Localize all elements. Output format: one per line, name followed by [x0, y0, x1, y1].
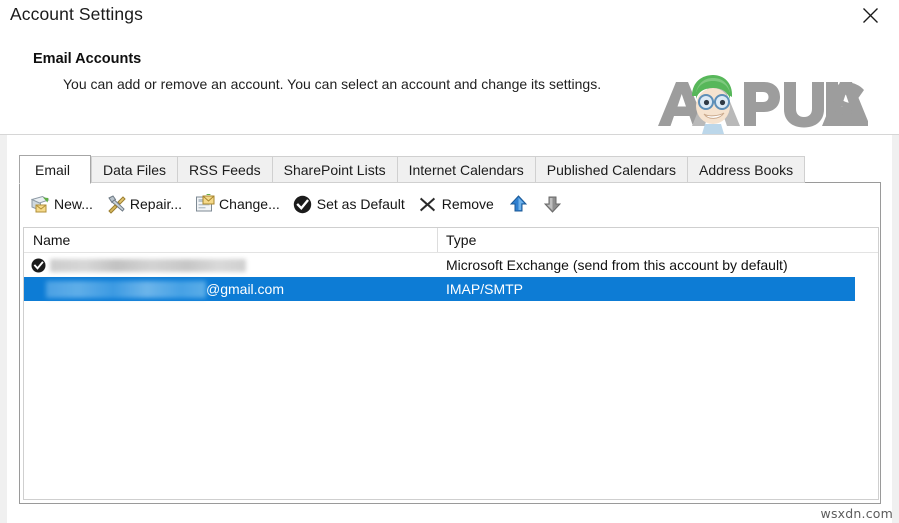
move-down-button[interactable] — [536, 191, 570, 217]
right-rail — [892, 134, 899, 523]
redacted-account-name — [50, 259, 246, 272]
column-header-type[interactable]: Type — [438, 228, 878, 252]
tab-label: SharePoint Lists — [284, 162, 386, 178]
account-type-cell: IMAP/SMTP — [438, 281, 855, 297]
tab-label: Email — [35, 162, 70, 178]
change-button-label: Change... — [219, 196, 280, 212]
accounts-listview[interactable]: Name Type Microsoft Exchange (send from … — [23, 227, 879, 500]
remove-x-icon — [418, 194, 438, 214]
tab-label: Internet Calendars — [409, 162, 524, 178]
remove-button-label: Remove — [442, 196, 494, 212]
set-as-default-button[interactable]: Set as Default — [288, 191, 413, 217]
listview-header: Name Type — [24, 228, 878, 253]
set-as-default-label: Set as Default — [317, 196, 405, 212]
tab-email[interactable]: Email — [19, 155, 91, 184]
email-tab-panel: New... Repair... — [19, 182, 881, 504]
account-name-cell — [24, 253, 438, 277]
tab-label: Data Files — [103, 162, 166, 178]
new-button-label: New... — [54, 196, 93, 212]
source-watermark: wsxdn.com — [821, 506, 893, 521]
left-rail — [0, 134, 7, 523]
tab-sharepoint-lists[interactable]: SharePoint Lists — [272, 156, 397, 183]
tab-label: Published Calendars — [547, 162, 676, 178]
dialog-header: Email Accounts You can add or remove an … — [0, 34, 899, 135]
account-name-cell: @gmail.com — [24, 277, 438, 301]
tab-label: RSS Feeds — [189, 162, 261, 178]
tab-label: Address Books — [699, 162, 793, 178]
move-up-arrow-icon — [509, 194, 529, 214]
window-title: Account Settings — [10, 4, 143, 25]
change-button[interactable]: Change... — [190, 191, 288, 217]
accounts-toolbar: New... Repair... — [20, 183, 880, 225]
move-down-arrow-icon — [543, 194, 563, 214]
repair-button[interactable]: Repair... — [101, 191, 190, 217]
tab-rss-feeds[interactable]: RSS Feeds — [177, 156, 272, 183]
tab-published-calendars[interactable]: Published Calendars — [535, 156, 687, 183]
account-name-label: @gmail.com — [206, 281, 284, 297]
appuals-logo — [652, 72, 868, 134]
repair-button-label: Repair... — [130, 196, 182, 212]
new-account-icon — [30, 194, 50, 214]
window-titlebar: Account Settings — [0, 0, 899, 34]
close-icon[interactable] — [849, 0, 891, 30]
move-up-button[interactable] — [502, 191, 536, 217]
table-row[interactable]: Microsoft Exchange (send from this accou… — [24, 253, 878, 277]
tab-data-files[interactable]: Data Files — [91, 156, 177, 183]
column-header-name[interactable]: Name — [24, 228, 438, 252]
table-row[interactable]: @gmail.com IMAP/SMTP — [24, 277, 855, 301]
tab-internet-calendars[interactable]: Internet Calendars — [397, 156, 535, 183]
tab-address-books[interactable]: Address Books — [687, 156, 805, 183]
check-circle-icon — [293, 194, 313, 214]
page-title: Email Accounts — [33, 51, 141, 67]
page-description: You can add or remove an account. You ca… — [63, 76, 601, 92]
account-type-cell: Microsoft Exchange (send from this accou… — [438, 257, 878, 273]
change-account-icon — [195, 194, 215, 214]
repair-tools-icon — [106, 194, 126, 214]
default-account-check-icon — [31, 258, 46, 273]
remove-button[interactable]: Remove — [413, 191, 502, 217]
tabstrip[interactable]: Email Data Files RSS Feeds SharePoint Li… — [19, 155, 805, 183]
redacted-account-name — [46, 281, 206, 298]
new-button[interactable]: New... — [25, 191, 101, 217]
